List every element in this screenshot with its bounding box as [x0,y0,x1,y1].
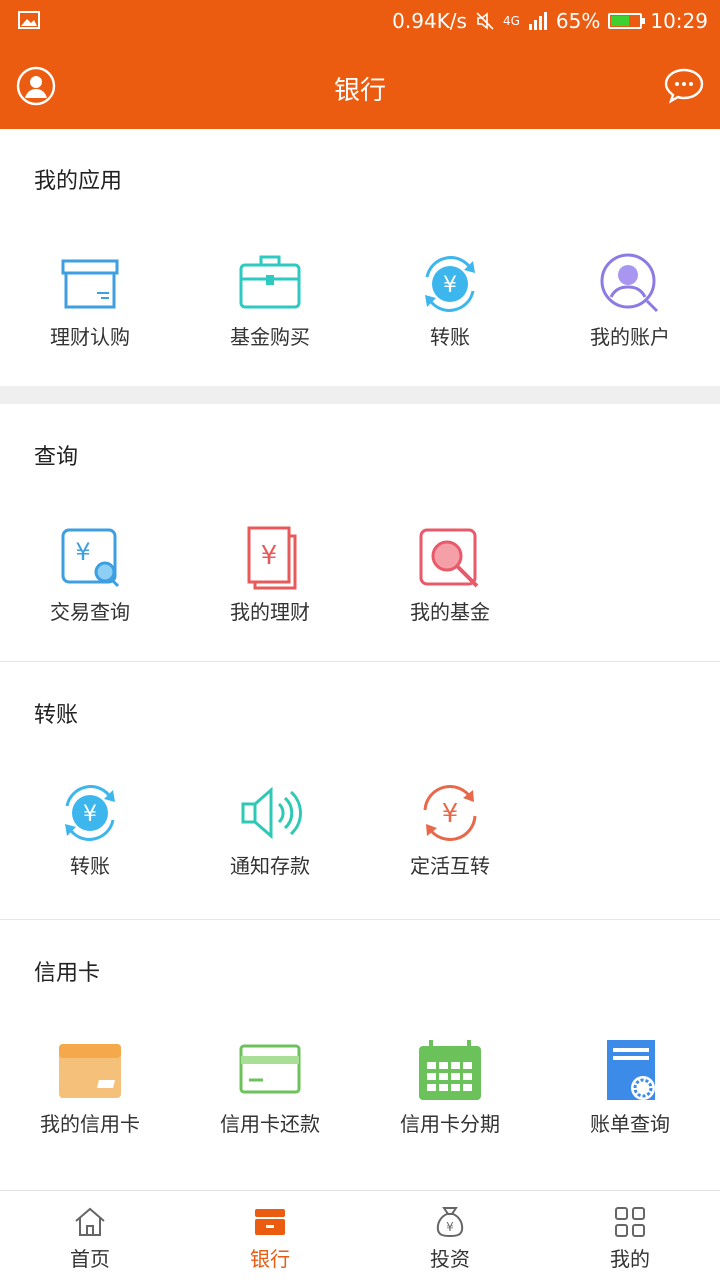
bill-icon [607,1040,655,1100]
nav-bank[interactable]: 银行 [180,1191,360,1280]
signal-icon [528,12,547,30]
briefcase-icon [239,255,301,309]
battery-level [611,16,630,26]
app-item-transfer[interactable]: ¥ 转账 [0,780,180,879]
app-item-transaction-query[interactable]: ¥ 交易查询 [0,526,180,625]
app-label: 我的基金 [410,600,490,624]
app-grid: ¥ 转账 通知存款 ¥ 定活互转 [0,780,720,879]
battery-percent: 65% [555,9,601,33]
bank-icon [255,1209,285,1235]
app-label: 账单查询 [590,1112,670,1136]
section-my-apps: 我的应用 理财认购 基金购买 ¥ 转账 我的账户 [0,129,720,386]
money-bag-icon: ¥ [436,1207,464,1238]
svg-text:¥: ¥ [443,273,457,298]
svg-text:¥: ¥ [442,799,459,829]
section-transfer: 转账 ¥ 转账 通知存款 ¥ 定活互转 [0,662,720,919]
yen-document-icon: ¥ [247,526,297,590]
box-icon [61,259,119,309]
app-label: 我的信用卡 [40,1112,140,1136]
nav-invest[interactable]: ¥ 投资 [360,1191,540,1280]
image-icon [18,11,40,29]
clock: 10:29 [650,9,708,33]
app-label: 通知存款 [230,854,310,878]
app-item-fund-purchase[interactable]: 基金购买 [180,251,360,350]
mute-icon [476,12,494,30]
app-label: 信用卡还款 [220,1112,320,1136]
app-label: 理财认购 [50,325,130,349]
app-label: 交易查询 [50,600,130,624]
nav-label: 我的 [610,1247,650,1271]
card-repay-icon [239,1044,301,1094]
app-item-wealth-subscribe[interactable]: 理财认购 [0,251,180,350]
app-bar: 银行 [0,42,720,129]
app-item-bill-query[interactable]: 账单查询 [540,1038,720,1137]
app-item-fixed-current-transfer[interactable]: ¥ 定活互转 [360,780,540,879]
home-icon [75,1207,105,1236]
page-title: 银行 [333,76,386,106]
app-label: 基金购买 [230,325,310,349]
app-item-my-credit-card[interactable]: 我的信用卡 [0,1038,180,1137]
app-grid: 我的信用卡 信用卡还款 信用卡分期 账单查询 [0,1038,720,1137]
yen-cycle-icon: ¥ [423,785,477,841]
signal-type: 4G [502,14,520,28]
app-item-my-fund[interactable]: 我的基金 [360,526,540,625]
section-title: 我的应用 [34,169,123,194]
app-label: 转账 [70,854,110,878]
battery-icon [608,13,646,29]
app-item-notice-deposit[interactable]: 通知存款 [180,780,360,879]
app-item-my-wealth[interactable]: ¥ 我的理财 [180,526,360,625]
app-label: 我的理财 [230,600,310,624]
svg-text:¥: ¥ [75,538,90,566]
fund-search-icon [419,528,479,588]
credit-card-icon [59,1044,121,1098]
nav-home[interactable]: 首页 [0,1191,180,1280]
app-grid: 理财认购 基金购买 ¥ 转账 我的账户 [0,251,720,350]
app-item-card-repayment[interactable]: 信用卡还款 [180,1038,360,1137]
section-divider [0,386,720,404]
svg-text:¥: ¥ [83,802,97,827]
header: 0.94K/s 4G 65% 10:29 银行 [0,0,720,129]
yen-transfer-icon: ¥ [425,256,475,312]
nav-label: 首页 [70,1247,110,1271]
app-label: 我的账户 [590,325,670,349]
nav-label: 投资 [430,1247,470,1271]
svg-text:¥: ¥ [261,541,278,571]
yen-transfer-icon: ¥ [65,785,115,841]
section-title: 信用卡 [34,961,101,986]
app-label: 定活互转 [410,854,490,878]
section-credit-card: 信用卡 我的信用卡 信用卡还款 信用卡分期 账单查询 [0,920,720,1190]
chat-icon[interactable] [664,66,704,106]
app-item-transfer[interactable]: ¥ 转账 [360,251,540,350]
speaker-icon [241,786,302,840]
account-search-icon [600,253,659,313]
app-item-my-account[interactable]: 我的账户 [540,251,720,350]
app-grid: ¥ 交易查询 ¥ 我的理财 我的基金 [0,526,720,625]
nav-label: 银行 [250,1247,290,1271]
status-bar: 0.94K/s 4G 65% 10:29 [0,0,720,42]
section-title: 转账 [34,703,79,728]
nav-mine[interactable]: 我的 [540,1191,720,1280]
app-label: 信用卡分期 [400,1112,500,1136]
bottom-nav: 首页 银行 ¥ 投资 我的 [0,1190,720,1280]
section-query: 查询 ¥ 交易查询 ¥ 我的理财 我的基金 [0,404,720,661]
network-speed: 0.94K/s [392,9,467,33]
grid-icon [615,1207,645,1237]
app-item-card-installment[interactable]: 信用卡分期 [360,1038,540,1137]
section-title: 查询 [34,445,79,470]
app-label: 转账 [430,325,470,349]
calendar-icon [419,1040,481,1100]
transaction-search-icon: ¥ [61,528,120,588]
svg-text:¥: ¥ [446,1220,454,1234]
